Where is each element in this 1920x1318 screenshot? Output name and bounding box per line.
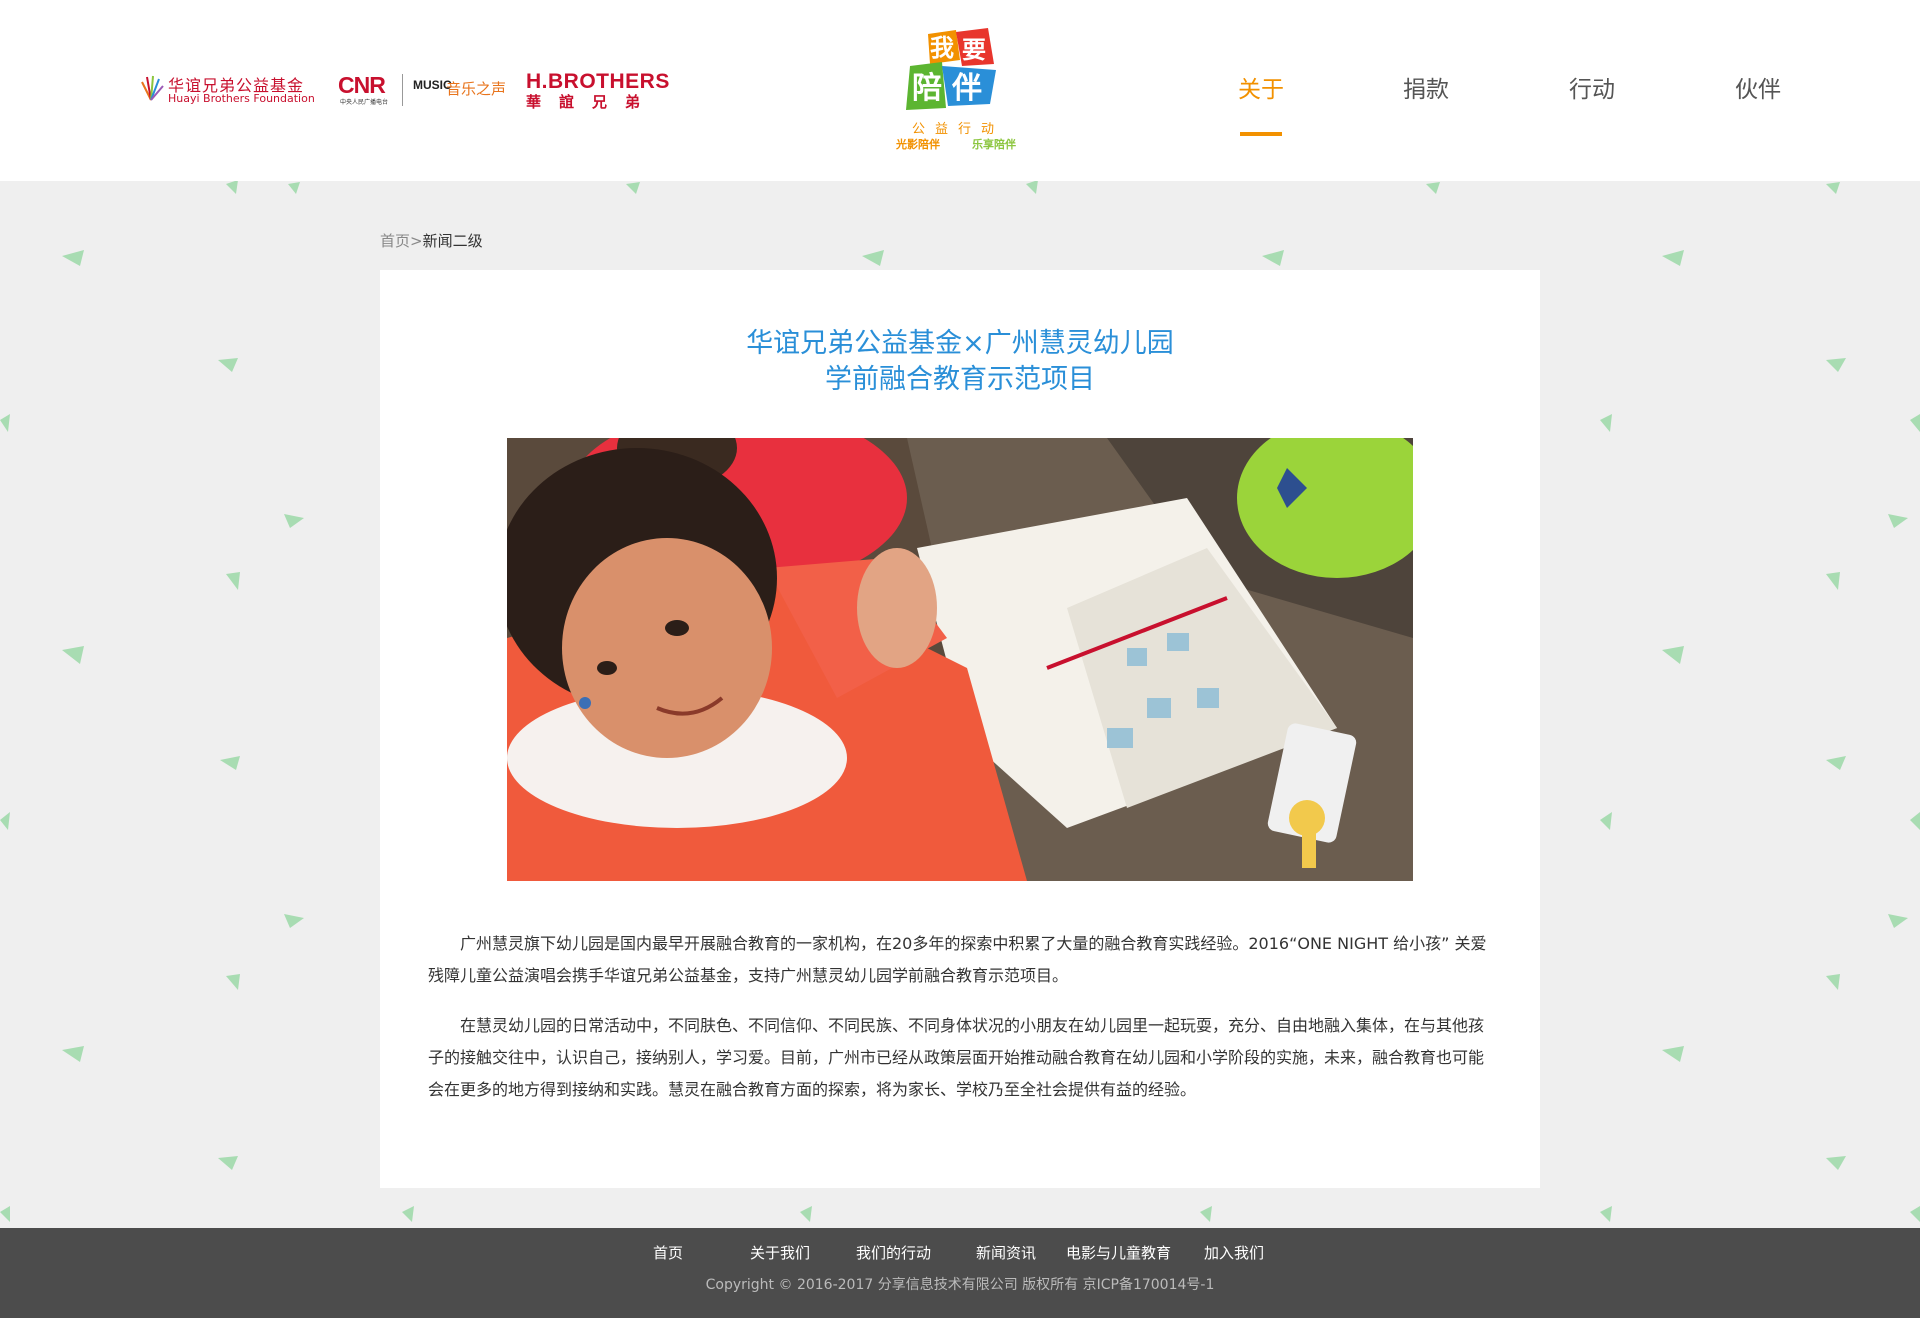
footer-link-film-education[interactable]: 电影与儿童教育: [1066, 1242, 1171, 1263]
article-paragraph-1: 广州慧灵旗下幼儿园是国内最早开展融合教育的一家机构，在20多年的探索中积累了大量…: [428, 934, 1487, 985]
huayi-foundation-logo[interactable]: 华谊兄弟公益基金 Huayi Brothers Foundation: [138, 70, 315, 108]
article-card: 华谊兄弟公益基金×广州慧灵幼儿园 学前融合教育示范项目 广州慧灵旗下幼儿园是国内…: [380, 270, 1540, 1188]
campaign-logo-tag1: 光影陪伴: [896, 138, 940, 151]
cnr-music-logo[interactable]: CNR 中央人民广播电台 MUSIC 音乐之声: [338, 70, 507, 112]
campaign-logo-sub: 公益行动: [912, 122, 1005, 137]
huayi-fireworks-icon: [141, 75, 164, 101]
campaign-logo[interactable]: 我 要 陪 伴 公益行动 光影陪伴 乐享陪伴: [890, 26, 1030, 154]
copyright-text: Copyright © 2016-2017 分享信息技术有限公司 版权所有 京I…: [705, 1277, 1215, 1293]
campaign-logo-tag2: 乐享陪伴: [972, 138, 1016, 151]
article-title-line1: 华谊兄弟公益基金×广州慧灵幼儿园: [746, 328, 1174, 359]
article-photo: [507, 438, 1413, 881]
footer-link-actions[interactable]: 我们的行动: [856, 1242, 931, 1263]
cnr-logo-sub: 中央人民广播电台: [340, 99, 389, 106]
logo-char-1: 我: [930, 34, 954, 62]
nav-about[interactable]: 关于: [1238, 70, 1284, 104]
logo-char-3: 陪: [912, 71, 942, 106]
footer-link-about[interactable]: 关于我们: [750, 1242, 810, 1263]
logo-char-2: 要: [962, 36, 986, 64]
breadcrumb-current: 新闻二级: [422, 232, 483, 250]
footer-link-join[interactable]: 加入我们: [1204, 1242, 1264, 1263]
hbrothers-logo[interactable]: H.BROTHERS 華誼兄弟: [526, 70, 678, 111]
cnr-logo-text: CNR: [338, 72, 386, 98]
site-header: 华谊兄弟公益基金 Huayi Brothers Foundation CNR 中…: [0, 0, 1920, 181]
logo-char-4: 伴: [951, 71, 982, 106]
nav-donate[interactable]: 捐款: [1403, 70, 1449, 104]
logo-divider: [402, 74, 403, 106]
footer-link-home[interactable]: 首页: [653, 1242, 683, 1263]
nav-partners[interactable]: 伙伴: [1735, 70, 1781, 104]
breadcrumb-home[interactable]: 首页: [380, 232, 410, 250]
article-paragraph-2: 在慧灵幼儿园的日常活动中，不同肤色、不同信仰、不同民族、不同身体状况的小朋友在幼…: [428, 1016, 1485, 1099]
nav-action[interactable]: 行动: [1569, 70, 1615, 104]
music-voice-text: 音乐之声: [446, 80, 507, 98]
hbrothers-logo-cn: 華誼兄弟: [526, 93, 659, 111]
campaign-logo-graphic: 我 要 陪 伴: [906, 28, 996, 110]
nav-active-indicator: [1240, 132, 1282, 136]
breadcrumb: 首页>新闻二级: [380, 230, 483, 251]
huayi-logo-en: Huayi Brothers Foundation: [168, 92, 315, 105]
site-footer: 首页 关于我们 我们的行动 新闻资讯 电影与儿童教育 加入我们 Copyrigh…: [0, 1228, 1920, 1318]
breadcrumb-separator: >: [410, 232, 423, 250]
footer-nav: 首页 关于我们 我们的行动 新闻资讯 电影与儿童教育 加入我们: [0, 1242, 1920, 1266]
article-title: 华谊兄弟公益基金×广州慧灵幼儿园 学前融合教育示范项目: [380, 326, 1540, 398]
footer-link-news[interactable]: 新闻资讯: [976, 1242, 1036, 1263]
article-title-line2: 学前融合教育示范项目: [825, 364, 1095, 395]
